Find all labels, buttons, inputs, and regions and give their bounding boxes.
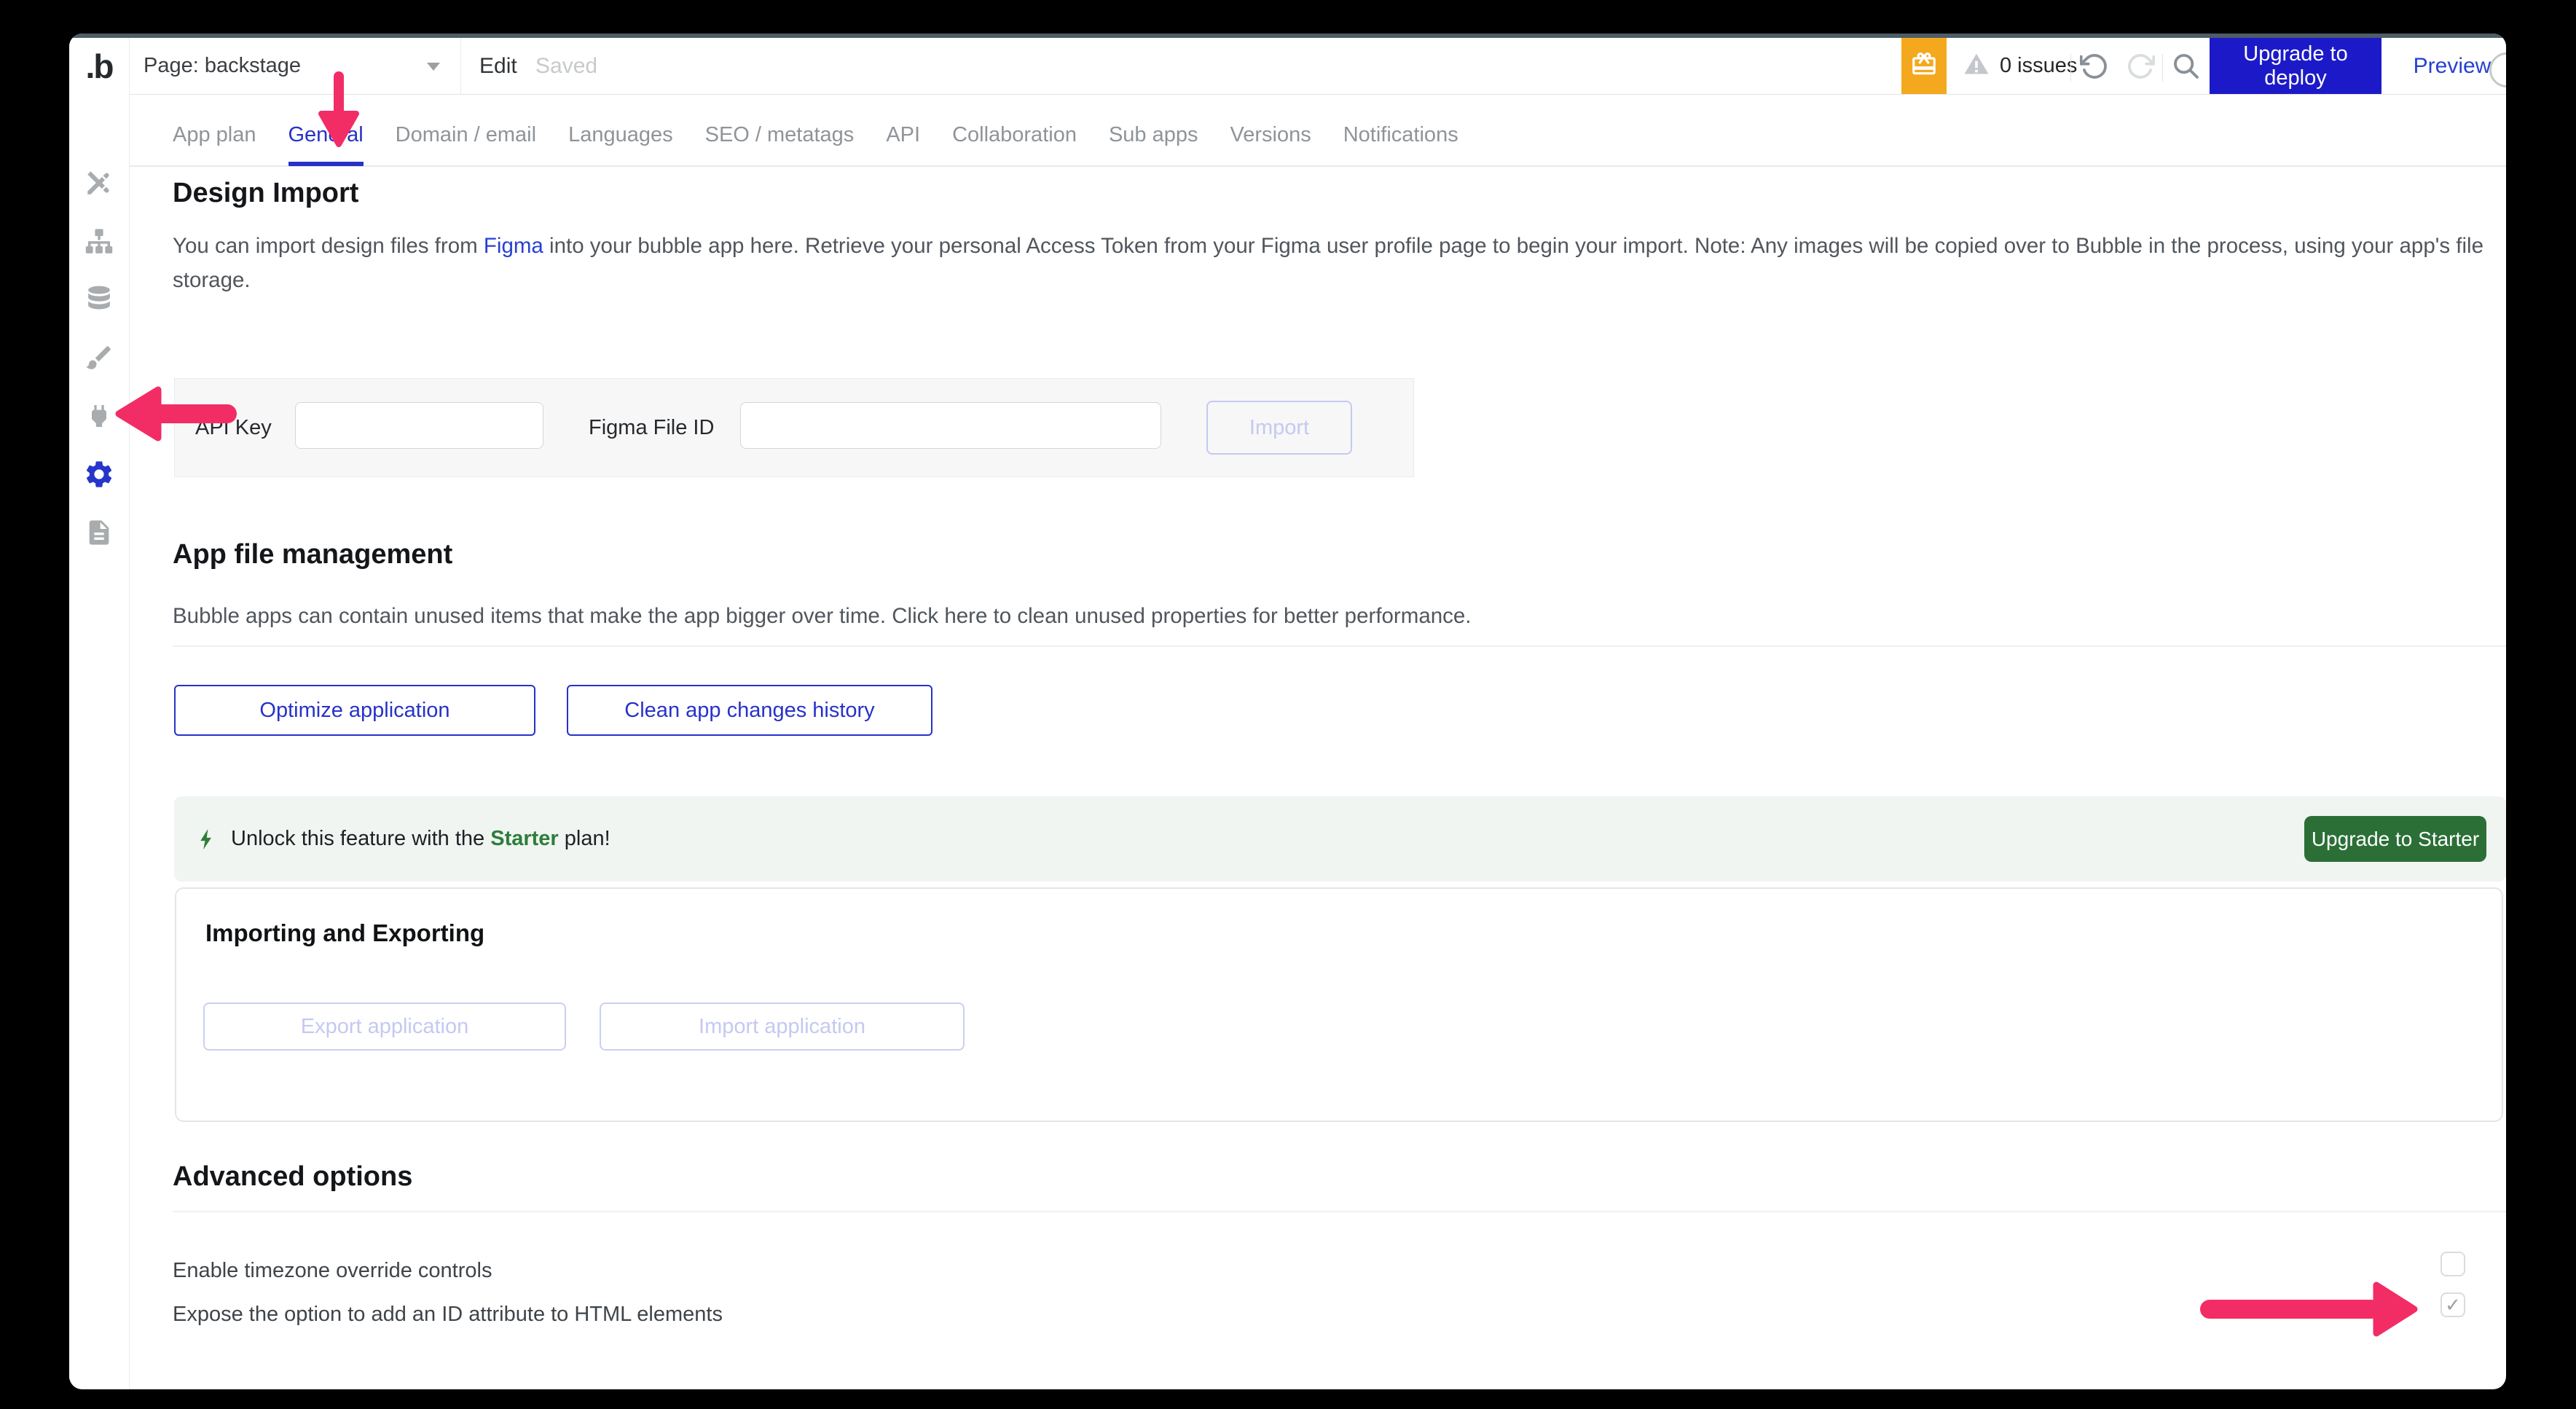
- topbar-divider: [2162, 54, 2163, 82]
- general-settings-content: Design Import You can import design file…: [173, 166, 2506, 1389]
- gift-icon: [1910, 50, 1938, 82]
- importing-exporting-title: Importing and Exporting: [205, 919, 484, 947]
- section-divider: [173, 1211, 2506, 1212]
- banner-text: plan!: [559, 827, 610, 850]
- sidebar-item-workflow[interactable]: [83, 225, 115, 257]
- bubble-logo[interactable]: .b: [69, 38, 130, 94]
- import-application-button[interactable]: Import application: [600, 1002, 965, 1051]
- document-icon: [85, 518, 114, 547]
- lightning-bolt-icon: [195, 827, 219, 852]
- settings-tabs: App plan General Domain / email Language…: [173, 94, 1458, 166]
- redo-icon: [2126, 52, 2155, 81]
- app-file-management-description: Bubble apps can contain unused items tha…: [173, 599, 2504, 633]
- timezone-override-checkbox[interactable]: [2440, 1252, 2465, 1276]
- plug-icon: [85, 401, 114, 431]
- sidebar-item-settings[interactable]: [83, 458, 115, 490]
- optimize-application-button[interactable]: Optimize application: [174, 685, 535, 736]
- figma-link[interactable]: Figma: [484, 234, 543, 258]
- tab-collaboration[interactable]: Collaboration: [952, 123, 1077, 166]
- tab-general[interactable]: General: [288, 123, 364, 166]
- sidebar-item-data[interactable]: [83, 283, 115, 315]
- design-import-text: You can import design files from: [173, 234, 484, 258]
- expose-id-attribute-label: Expose the option to add an ID attribute…: [173, 1303, 723, 1327]
- tab-domain-email[interactable]: Domain / email: [396, 123, 536, 166]
- tab-api[interactable]: API: [886, 123, 920, 166]
- upgrade-to-starter-button[interactable]: Upgrade to Starter: [2304, 816, 2486, 862]
- tab-app-plan[interactable]: App plan: [173, 123, 256, 166]
- api-key-input[interactable]: [295, 402, 543, 449]
- search-icon: [2172, 52, 2201, 81]
- undo-icon: [2080, 52, 2109, 81]
- figma-file-id-input[interactable]: [740, 402, 1161, 449]
- banner-text: Unlock this feature with the: [231, 827, 490, 850]
- figma-file-id-label: Figma File ID: [589, 379, 714, 476]
- left-sidebar: [69, 94, 130, 1389]
- screenshot-stage: .b Page: backstage Edit Saved 0 issues: [0, 0, 2576, 1409]
- bubble-logo-text: .b: [86, 47, 113, 86]
- starter-plan-name: Starter: [490, 827, 559, 850]
- page-selector-label: Page: backstage: [144, 54, 301, 78]
- topbar-divider: [2070, 54, 2071, 82]
- chevron-down-icon: [427, 63, 440, 71]
- importing-exporting-card: Importing and Exporting Export applicati…: [175, 887, 2503, 1122]
- edit-mode-label[interactable]: Edit: [479, 38, 517, 94]
- starter-banner-text: Unlock this feature with the Starter pla…: [231, 827, 610, 851]
- figma-import-form: API Key Figma File ID Import: [174, 378, 1414, 477]
- sidebar-item-logs[interactable]: [83, 517, 115, 549]
- starter-banner-message: Unlock this feature with the Starter pla…: [195, 796, 610, 882]
- api-key-label: API Key: [195, 379, 272, 476]
- design-tools-icon: [84, 168, 114, 198]
- tab-notifications[interactable]: Notifications: [1343, 123, 1458, 166]
- design-import-description: You can import design files from Figma i…: [173, 229, 2504, 297]
- saved-status-label: Saved: [535, 38, 597, 94]
- issues-count-label: 0 issues: [2000, 54, 2077, 78]
- issues-indicator[interactable]: 0 issues: [1963, 38, 2077, 94]
- tab-seo-metatags[interactable]: SEO / metatags: [705, 123, 855, 166]
- app-file-management-title: App file management: [173, 539, 452, 570]
- starter-plan-banner: Unlock this feature with the Starter pla…: [174, 796, 2506, 882]
- database-icon: [84, 284, 114, 315]
- paintbrush-icon: [84, 342, 114, 373]
- sidebar-item-plugins[interactable]: [83, 400, 115, 432]
- bubble-editor-window: .b Page: backstage Edit Saved 0 issues: [69, 34, 2506, 1389]
- export-application-button[interactable]: Export application: [203, 1002, 566, 1051]
- upgrade-to-deploy-button[interactable]: Upgrade to deploy: [2210, 38, 2381, 94]
- sidebar-item-design[interactable]: [83, 167, 115, 199]
- search-button[interactable]: [2166, 38, 2207, 94]
- warning-triangle-icon: [1963, 51, 1990, 81]
- undo-button[interactable]: [2074, 38, 2115, 94]
- workflow-icon: [84, 226, 114, 256]
- tab-languages[interactable]: Languages: [568, 123, 673, 166]
- redo-button[interactable]: [2120, 38, 2161, 94]
- checkmark-glyph: ✓: [2445, 1295, 2461, 1314]
- page-selector-dropdown[interactable]: Page: backstage: [129, 38, 461, 94]
- section-divider: [173, 645, 2506, 647]
- sidebar-item-styles[interactable]: [83, 342, 115, 374]
- design-import-title: Design Import: [173, 178, 358, 209]
- gift-button[interactable]: [1901, 38, 1947, 94]
- tab-versions[interactable]: Versions: [1230, 123, 1311, 166]
- expose-id-attribute-checkbox[interactable]: ✓: [2440, 1292, 2465, 1317]
- advanced-options-title: Advanced options: [173, 1161, 412, 1193]
- top-bar: .b Page: backstage Edit Saved 0 issues: [69, 38, 2506, 95]
- timezone-override-label: Enable timezone override controls: [173, 1259, 492, 1283]
- gear-icon: [83, 458, 115, 491]
- clean-app-changes-button[interactable]: Clean app changes history: [567, 685, 932, 736]
- tab-sub-apps[interactable]: Sub apps: [1109, 123, 1198, 166]
- figma-import-button[interactable]: Import: [1206, 401, 1352, 455]
